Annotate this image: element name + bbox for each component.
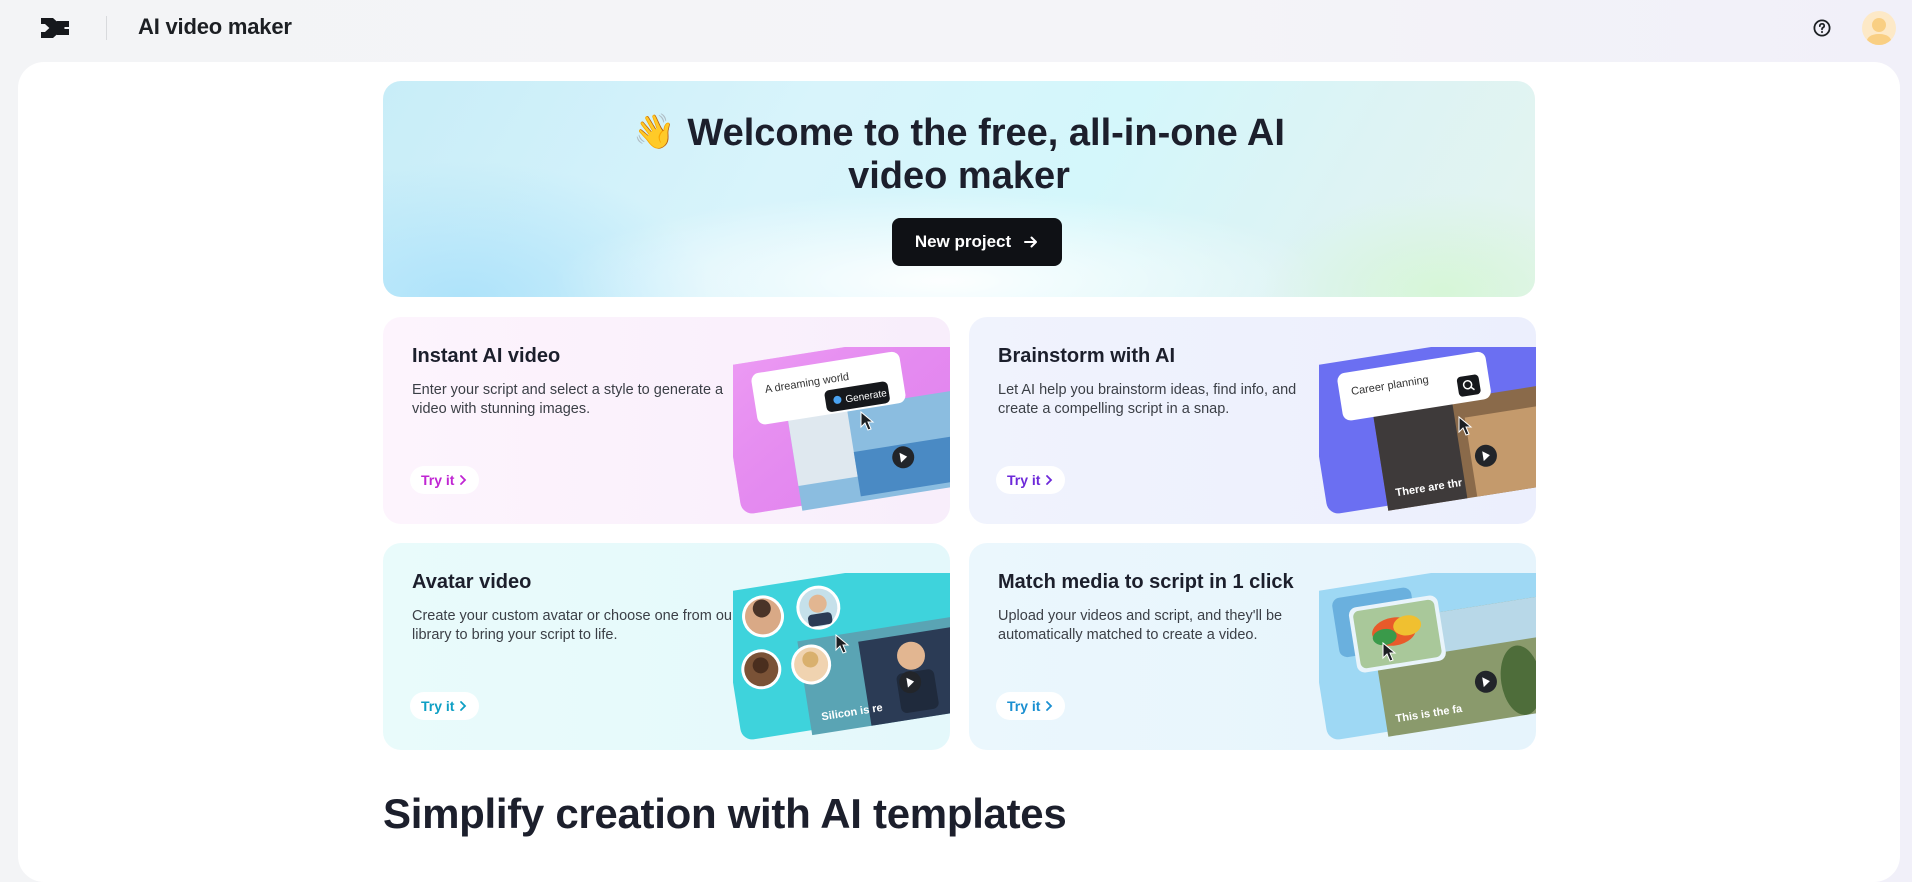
card-title: Brainstorm with AI: [998, 345, 1176, 367]
help-circle-icon[interactable]: [1812, 18, 1832, 38]
hero-title-line-1: Welcome to the free, all-in-one AI: [687, 112, 1285, 154]
chevron-right-icon: [460, 701, 467, 711]
avatar-video-card[interactable]: Avatar video Create your custom avatar o…: [383, 543, 950, 750]
chevron-right-icon: [1046, 475, 1053, 485]
try-it-label: Try it: [421, 698, 455, 714]
try-it-button[interactable]: Try it: [410, 692, 480, 720]
avatar-video-illustration: Silicon is re: [733, 573, 950, 740]
try-it-label: Try it: [1007, 472, 1041, 488]
top-bar: AI video maker: [0, 0, 1912, 56]
card-description: Upload your videos and script, and they'…: [998, 608, 1283, 643]
card-description: Let AI help you brainstorm ideas, find i…: [998, 382, 1297, 417]
waving-hand-icon: 👋: [633, 113, 676, 151]
try-it-button[interactable]: Try it: [410, 466, 480, 494]
brainstorm-with-ai-card[interactable]: Brainstorm with AI Let AI help you brain…: [969, 317, 1536, 524]
instant-ai-video-card[interactable]: Instant AI video Enter your script and s…: [383, 317, 950, 524]
hero-banner: 👋 Welcome to the free, all-in-one AI vide…: [383, 81, 1535, 297]
app-title: AI video maker: [138, 14, 292, 39]
hero-title: 👋 Welcome to the free, all-in-one AI vide…: [383, 111, 1535, 198]
try-it-label: Try it: [421, 472, 455, 488]
card-description: Create your custom avatar or choose one …: [412, 608, 737, 643]
match-media-card[interactable]: Match media to script in 1 click Upload …: [969, 543, 1536, 750]
card-description: Enter your script and select a style to …: [412, 382, 724, 417]
hero-title-line-2: video maker: [848, 155, 1070, 197]
chevron-right-icon: [1046, 701, 1053, 711]
main-panel: 👋 Welcome to the free, all-in-one AI vide…: [18, 62, 1900, 882]
try-it-button[interactable]: Try it: [996, 692, 1066, 720]
new-project-button[interactable]: New project: [892, 218, 1062, 266]
arrow-right-icon: [1024, 236, 1038, 248]
templates-section-title: Simplify creation with AI templates: [383, 790, 1067, 837]
card-title: Match media to script in 1 click: [998, 571, 1294, 593]
try-it-label: Try it: [1007, 698, 1041, 714]
brainstorm-illustration: There are thr Career planning: [1319, 347, 1536, 514]
card-title: Instant AI video: [412, 345, 561, 367]
chevron-right-icon: [460, 475, 467, 485]
match-media-illustration: This is the fa: [1319, 573, 1536, 740]
instant-ai-video-illustration: A dreaming world Generate: [733, 347, 950, 514]
card-title: Avatar video: [412, 571, 532, 593]
user-avatar[interactable]: [1862, 11, 1896, 45]
try-it-button[interactable]: Try it: [996, 466, 1066, 494]
new-project-label: New project: [914, 232, 1012, 251]
header-divider: [106, 16, 107, 40]
capcut-logo-icon[interactable]: [38, 13, 72, 43]
